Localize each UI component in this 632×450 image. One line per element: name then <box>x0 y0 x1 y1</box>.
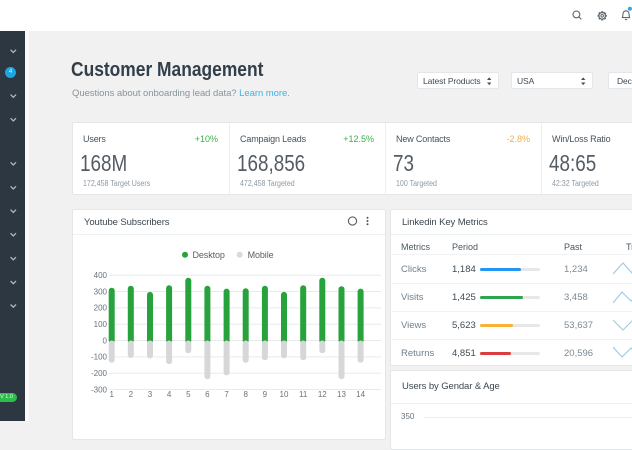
svg-text:2: 2 <box>129 390 134 399</box>
svg-text:8: 8 <box>243 390 248 399</box>
svg-text:1: 1 <box>109 390 114 399</box>
svg-text:300: 300 <box>94 287 108 296</box>
svg-text:200: 200 <box>94 304 108 313</box>
svg-text:10: 10 <box>280 390 289 399</box>
svg-text:-100: -100 <box>91 353 108 362</box>
svg-text:7: 7 <box>224 390 229 399</box>
svg-text:13: 13 <box>337 390 346 399</box>
svg-text:3: 3 <box>148 390 153 399</box>
svg-text:4: 4 <box>167 390 172 399</box>
svg-text:14: 14 <box>356 390 365 399</box>
svg-text:400: 400 <box>94 271 108 280</box>
svg-text:-300: -300 <box>91 385 108 394</box>
svg-text:100: 100 <box>94 320 108 329</box>
svg-text:-200: -200 <box>91 369 108 378</box>
svg-text:12: 12 <box>318 390 327 399</box>
svg-text:Desktop: Desktop <box>193 250 225 260</box>
svg-text:0: 0 <box>103 336 108 345</box>
svg-text:Mobile: Mobile <box>248 250 274 260</box>
svg-text:5: 5 <box>186 390 191 399</box>
svg-text:9: 9 <box>263 390 268 399</box>
svg-text:11: 11 <box>299 390 308 399</box>
svg-text:6: 6 <box>205 390 210 399</box>
